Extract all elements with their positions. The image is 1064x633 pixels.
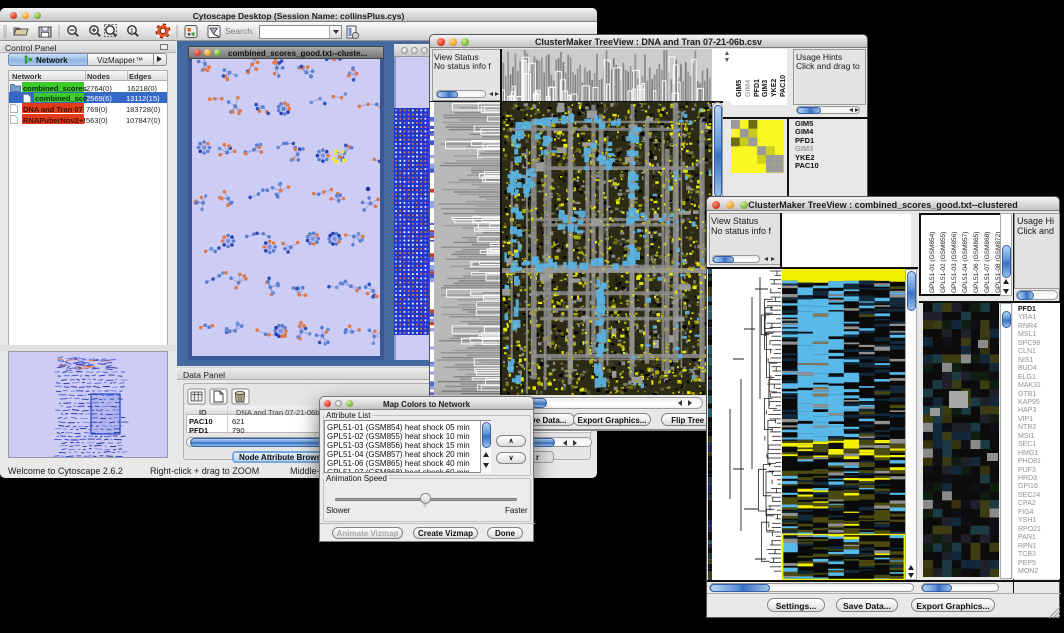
svg-text:1: 1 bbox=[130, 29, 133, 35]
